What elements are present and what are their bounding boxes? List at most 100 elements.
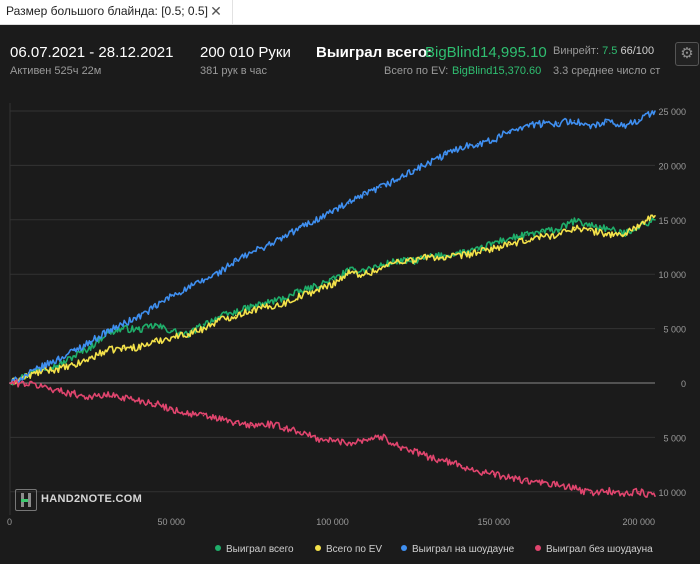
ev-total-value: BigBlind15,370.60 (452, 65, 542, 77)
legend-dot-icon (535, 545, 541, 551)
gear-icon[interactable]: ⚙ (675, 42, 699, 66)
series-point (315, 437, 318, 440)
legend-item[interactable]: Всего по EV (315, 544, 382, 555)
series-point (363, 193, 366, 196)
hands-count: 200 010 Руки (200, 44, 291, 61)
series-point (105, 394, 108, 396)
series-point (315, 289, 318, 292)
series-point (267, 306, 269, 308)
x-tick-label: 150 000 (477, 517, 510, 527)
date-range: 06.07.2021 - 28.12.2021 (10, 44, 174, 61)
series-point (331, 210, 334, 212)
graph-chart: 25 000 20 000 15 000 10 000 5 000 0 5 000 10 00… (7, 103, 686, 527)
y-tick-label: 10 000 (658, 270, 686, 280)
series-point (122, 347, 124, 349)
series-point (202, 279, 205, 282)
logo-icon (15, 489, 37, 511)
series-point (396, 178, 398, 181)
series-point (509, 476, 511, 479)
series-point (89, 396, 92, 398)
series-point (589, 224, 592, 227)
series-point (283, 426, 285, 429)
series-point (654, 110, 656, 112)
grid-layer (9, 103, 655, 515)
series-point (267, 301, 269, 304)
series-point (444, 153, 447, 156)
series-point (621, 125, 624, 128)
series-point (202, 327, 205, 330)
series-point (154, 306, 156, 308)
series-point (25, 374, 27, 377)
series-point (154, 340, 156, 343)
y-tick-label: 20 000 (658, 161, 686, 171)
won-total-label: Выиграл всего: (316, 44, 433, 61)
series-point (234, 314, 237, 317)
series-point (331, 278, 334, 281)
series-point (105, 331, 108, 333)
series-point (525, 239, 527, 242)
y-tick-label: 15 000 (658, 216, 686, 226)
series-point (89, 340, 92, 343)
series-point (476, 251, 479, 254)
legend-item[interactable]: Выиграл на шоудауне (401, 544, 514, 555)
series-point (202, 414, 205, 417)
series-point (380, 435, 382, 438)
series-point (476, 249, 479, 252)
series-point (57, 389, 60, 392)
series-point (476, 470, 479, 472)
series-point (638, 491, 640, 493)
series-point (605, 233, 608, 235)
series-point (122, 323, 124, 326)
series-point (509, 237, 511, 240)
series-point (73, 349, 76, 352)
winrate-label: Винрейт: (553, 45, 600, 57)
series-point (605, 227, 608, 230)
y-tick-label: 25 000 (658, 107, 686, 117)
legend-label: Выиграл на шоудауне (412, 544, 515, 555)
series-point (251, 424, 253, 427)
legend-item[interactable]: Выиграл без шоудауна (535, 544, 653, 555)
series-point (299, 226, 302, 229)
series-point (283, 297, 285, 299)
series-point (347, 202, 350, 205)
series-point (525, 480, 527, 482)
winrate-extra: 66/100 (620, 45, 655, 57)
filter-chip[interactable]: Размер большого блайнда: [0.5; 0.5] ✕ (0, 0, 233, 24)
winrate-value: 7.5 (602, 45, 618, 57)
series-point (267, 244, 269, 246)
series-point (73, 393, 76, 395)
series-point (363, 438, 366, 441)
series-point (154, 324, 156, 327)
series-point (460, 146, 463, 148)
series-point (654, 219, 656, 221)
series-point (541, 235, 543, 237)
series-point (170, 329, 173, 332)
series-point (621, 493, 624, 495)
series-point (428, 255, 431, 258)
series-point (573, 220, 576, 222)
legend-dot-icon (315, 545, 321, 551)
series-point (654, 214, 656, 217)
series-line (9, 379, 656, 498)
series-point (218, 418, 221, 420)
series-point (170, 295, 173, 297)
legend-dot-icon (401, 545, 407, 551)
series-point (573, 226, 576, 229)
series-point (492, 139, 495, 142)
series-point (557, 228, 560, 231)
won-total-value: BigBlind14,995.10 (425, 44, 547, 61)
legend-item[interactable]: Выиграл всего (215, 544, 294, 555)
avg-players: 3.3 среднее число ст (553, 65, 661, 77)
x-tick-label: 200 000 (622, 517, 655, 527)
close-icon[interactable]: ✕ (207, 1, 225, 21)
series-line (9, 214, 656, 385)
series-point (428, 162, 431, 165)
series-point (412, 170, 414, 172)
series-point (299, 431, 302, 433)
series-point (234, 422, 237, 425)
series-point (476, 142, 479, 145)
series-point (122, 327, 124, 330)
series-point (541, 123, 543, 125)
series-point (57, 358, 60, 360)
series-point (492, 241, 495, 244)
